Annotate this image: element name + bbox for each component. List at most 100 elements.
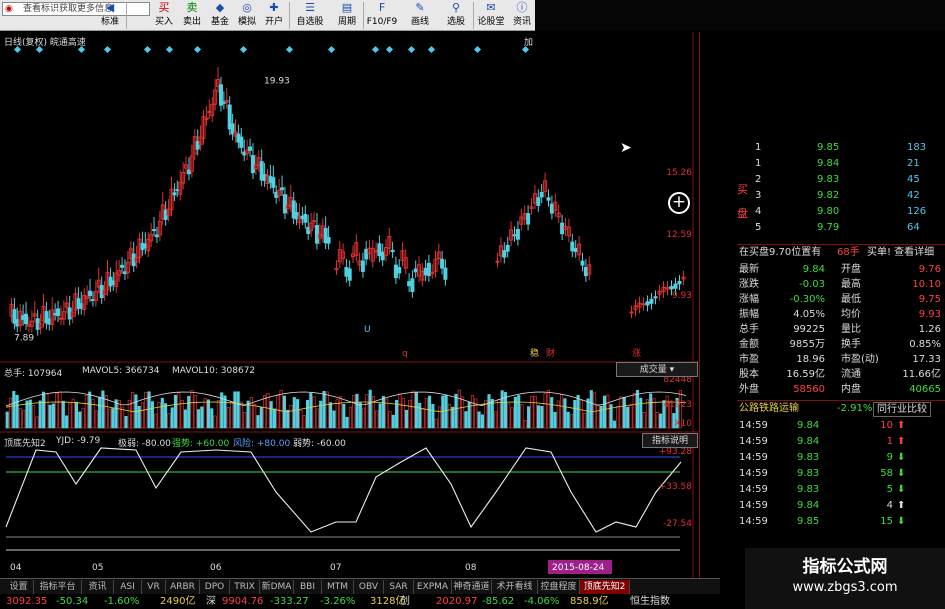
volume-bar [553,411,557,429]
toolbar-button-4[interactable]: ◎ 模拟 [234,0,260,31]
add-icon[interactable]: + [668,192,690,214]
tick-t: 14:59 [739,420,768,431]
indicator-tab[interactable]: 控盘程度 [538,580,580,594]
indicator-tab[interactable]: 新DMA [260,580,294,594]
indicator-tab[interactable]: ARBR [166,580,200,594]
volume-bar [451,406,455,429]
order-book-row[interactable]: 1 9.84 21 [737,156,945,172]
candle-body [573,248,578,252]
toolbar-button-label: 周期 [337,17,356,27]
order-book-row[interactable]: 4 9.80 126 [737,204,945,220]
indicator-tab[interactable]: 顶底先知2 [580,580,630,594]
pending-order-notice[interactable]: 在买盘9.70位置有 68手 买单! 查看详细 [737,244,945,260]
order-book-row[interactable]: 2 9.83 45 [737,172,945,188]
search-input[interactable]: ◉ 查看标识获取更多信息 [2,2,150,16]
indicator-tab[interactable]: 资讯 [82,580,114,594]
toolbar-button-0[interactable]: ◀ 标准 [95,0,125,31]
indicator-tab[interactable]: 术开看线 [492,580,538,594]
stat-k2: 流通 [841,369,861,380]
toolbar-button-6[interactable]: ☰ 自选股 [290,0,330,31]
industry-compare-button[interactable]: 同行业比较 [873,402,931,417]
kline-chart[interactable]: 19.937.8915.2612.599.93Uq 稳财涨8244841923X1… [0,32,700,578]
tick-p: 9.83 [797,484,820,495]
toolbar-button-label: 卖出 [182,17,201,27]
volume-bar [593,392,597,429]
volume-bar [619,396,623,429]
tick-t: 14:59 [739,516,768,527]
indicator-tab[interactable]: TRIX [230,580,260,594]
toolbar-button-9[interactable]: ✎ 画线 [402,0,438,31]
stat-k1: 涨幅 [739,294,759,305]
volume-bar [256,415,260,429]
status-item: -1.60% [104,596,140,607]
volume-bar [51,403,55,429]
volume-bar [540,406,544,429]
indicator-tab[interactable]: DPO [200,580,230,594]
volume-bar [375,410,379,429]
order-book-vol: 42 [907,190,920,201]
candle-body [526,213,531,225]
volume-bar [114,399,118,429]
mavol5-line [5,391,687,407]
toolbar-button-7[interactable]: ▤ 周期 [332,0,362,31]
volume-bar [84,394,88,429]
indicator-tab[interactable]: ASI [114,580,142,594]
pending-action: 买单! 查看详细 [867,247,935,258]
toolbar-button-label: 基金 [210,17,229,27]
status-item: 858.9亿 [570,596,609,607]
volume-dropdown[interactable]: 成交量 ▾ [616,362,698,377]
volume-bar [474,398,478,429]
toolbar-button-11[interactable]: ✉ 论股堂 [474,0,508,31]
kline-panel[interactable]: 19.93 7.89 15.26 12.59 9.93 Uq 稳财涨 82448 41923 X1… [0,32,700,578]
event-marker: 财 [546,347,555,359]
indicator-tab[interactable]: EXPMA [414,580,452,594]
order-book-row[interactable]: 3 9.82 42 [737,188,945,204]
toolbar-button-8[interactable]: F F10/F9 [364,0,400,31]
order-book-lvl: 5 [755,222,762,233]
candle-body [443,267,448,280]
signal-marker [143,45,152,54]
watchlist-icon: ☰ [305,1,315,14]
indicator-tab[interactable]: BBI [294,580,322,594]
toolbar-button-1[interactable]: 买买入 [150,0,178,31]
toolbar-button-2[interactable]: 卖卖出 [178,0,206,31]
volume-bar [5,411,9,429]
volume-bar [523,420,527,429]
indicator-tab[interactable]: VR [142,580,166,594]
toolbar-button-label: 画线 [410,17,429,27]
sell-icon: 卖 [186,1,198,14]
candle-body [583,267,588,277]
indicator-tab[interactable]: 设置 [4,580,34,594]
candle-body [344,266,349,277]
order-book-row[interactable]: 1 9.85 183 [737,140,945,156]
indicator-tab[interactable]: 指标平台 [34,580,82,594]
volume-bar [480,414,484,429]
volume-bar [530,395,534,429]
candle-body [539,191,544,198]
ind-risk: 风险: +80.00 [233,439,291,449]
toolbar-button-10[interactable]: ⚲ 选股 [440,0,472,31]
arrow-down-icon: ⬇ [897,516,906,527]
indicator-help-button[interactable]: 指标说明 [642,433,698,448]
fund-icon: ◆ [215,1,225,14]
toolbar-button-12[interactable]: ⓘ 资讯 [508,0,536,31]
indicator-tab[interactable]: 神奇通道 [452,580,492,594]
indicator-tab[interactable]: MTM [322,580,354,594]
order-book-lvl: 4 [755,206,762,217]
order-book-vol: 64 [907,222,920,233]
status-item: 2490亿 [160,596,196,607]
volume-bar [190,390,194,429]
toolbar-button-5[interactable]: ✚ 开户 [260,0,288,31]
volume-bar [111,408,115,429]
candle-body [250,155,255,174]
order-book-row[interactable]: 5 9.79 64 [737,220,945,236]
watermark-url: www.zbgs3.com [792,580,898,595]
order-book-price: 9.79 [817,222,840,233]
date-highlight: 2015-08-24 [552,563,605,573]
indicator-tab[interactable]: SAR [384,580,414,594]
status-item: 深 [206,596,216,607]
forum-icon: ✉ [486,1,496,14]
volume-bar [533,395,537,429]
indicator-tab[interactable]: OBV [354,580,384,594]
toolbar-button-3[interactable]: ◆ 基金 [206,0,234,31]
